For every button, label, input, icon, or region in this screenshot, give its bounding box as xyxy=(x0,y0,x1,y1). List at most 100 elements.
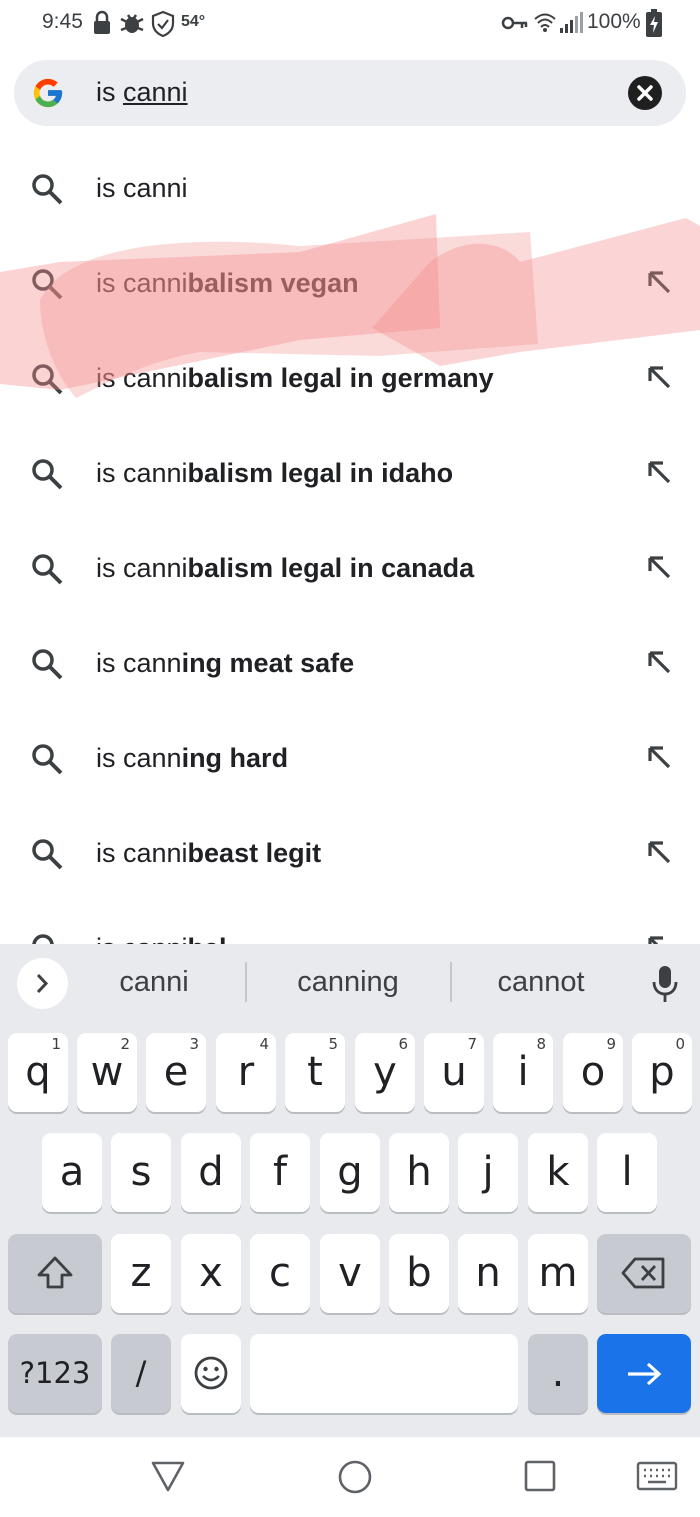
key-o[interactable]: o9 xyxy=(563,1033,623,1112)
key-n[interactable]: n xyxy=(458,1234,518,1313)
key-z[interactable]: z xyxy=(111,1234,171,1313)
fill-query-arrow-icon[interactable] xyxy=(646,744,672,770)
key-d[interactable]: d xyxy=(181,1133,241,1212)
search-input[interactable]: is canni xyxy=(96,77,188,108)
shield-icon xyxy=(151,10,175,38)
chevron-right-icon xyxy=(36,973,49,994)
close-icon xyxy=(637,85,653,101)
suggestion-text: is canni xyxy=(96,173,188,203)
suggestion-item[interactable]: is canning hard xyxy=(0,712,700,807)
fill-query-arrow-icon[interactable] xyxy=(646,364,672,390)
key-r[interactable]: r4 xyxy=(216,1033,276,1112)
signal-icon xyxy=(560,12,583,33)
key-c[interactable]: c xyxy=(250,1234,310,1313)
key-i[interactable]: i8 xyxy=(493,1033,553,1112)
suggestion-text: is cannibalism legal in canada xyxy=(96,553,475,583)
fill-query-arrow-icon[interactable] xyxy=(646,554,672,580)
key-e[interactable]: e3 xyxy=(146,1033,206,1112)
fill-query-arrow-icon[interactable] xyxy=(646,459,672,485)
search-icon xyxy=(32,839,63,870)
word-suggestion[interactable]: canning xyxy=(262,966,434,999)
suggestion-item[interactable]: is cannibalism vegan xyxy=(0,237,700,332)
suggestion-text: is cannibalism legal in idaho xyxy=(96,458,454,488)
search-icon xyxy=(32,649,63,680)
keyboard-icon[interactable] xyxy=(636,1461,678,1491)
status-bar: 9:45 54° 100% xyxy=(0,0,700,48)
search-icon xyxy=(32,459,63,490)
suggestion-text: is canning hard xyxy=(96,743,289,773)
key-v[interactable]: v xyxy=(320,1234,380,1313)
word-suggestion[interactable]: canni xyxy=(84,966,224,999)
clock: 9:45 xyxy=(42,10,83,33)
suggestion-item[interactable]: is cannibeast legit xyxy=(0,807,700,902)
suggestion-item[interactable]: is canni xyxy=(0,142,700,237)
battery-percent: 100% xyxy=(587,10,641,33)
suggestion-item[interactable]: is cannibalism legal in idaho xyxy=(0,427,700,522)
suggestion-text: is cannibeast legit xyxy=(96,838,322,868)
suggestion-list: is canni is cannibalism vegan is canniba… xyxy=(0,142,700,945)
suggestion-text: is cannibalism vegan xyxy=(96,268,359,298)
key-b[interactable]: b xyxy=(389,1234,449,1313)
search-icon xyxy=(32,364,63,395)
keyboard: canni canning cannot q1 w2 e3 r4 t5 y6 u… xyxy=(0,944,700,1437)
key-t[interactable]: t5 xyxy=(285,1033,345,1112)
fill-query-arrow-icon[interactable] xyxy=(646,649,672,675)
search-icon xyxy=(32,744,63,775)
search-icon xyxy=(32,554,63,585)
battery-charging-icon xyxy=(646,9,662,37)
suggestion-item[interactable]: is canning meat safe xyxy=(0,617,700,712)
emoji-icon xyxy=(194,1356,228,1390)
back-icon[interactable] xyxy=(150,1459,186,1493)
enter-key[interactable] xyxy=(597,1334,691,1413)
key-s[interactable]: s xyxy=(111,1133,171,1212)
fill-query-arrow-icon[interactable] xyxy=(646,269,672,295)
keyboard-expand-button[interactable] xyxy=(17,958,68,1009)
search-prefix: is xyxy=(96,77,123,107)
suggestion-item[interactable]: is cannibalism legal in canada xyxy=(0,522,700,617)
shift-key[interactable] xyxy=(8,1234,102,1313)
period-key[interactable]: . xyxy=(528,1334,588,1413)
key-h[interactable]: h xyxy=(389,1133,449,1212)
key-k[interactable]: k xyxy=(528,1133,588,1212)
key-y[interactable]: y6 xyxy=(355,1033,415,1112)
key-w[interactable]: w2 xyxy=(77,1033,137,1112)
emoji-key[interactable] xyxy=(181,1334,241,1413)
search-icon xyxy=(32,269,63,300)
word-suggestion[interactable]: cannot xyxy=(466,966,616,999)
home-icon[interactable] xyxy=(337,1459,373,1495)
lock-icon xyxy=(94,10,110,34)
key-m[interactable]: m xyxy=(528,1234,588,1313)
search-icon xyxy=(32,174,63,205)
key-l[interactable]: l xyxy=(597,1133,657,1212)
key-u[interactable]: u7 xyxy=(424,1033,484,1112)
bug-icon xyxy=(120,14,144,33)
key-j[interactable]: j xyxy=(458,1133,518,1212)
backspace-icon xyxy=(621,1257,665,1289)
fill-query-arrow-icon[interactable] xyxy=(646,839,672,865)
microphone-icon[interactable] xyxy=(652,964,678,1004)
key-g[interactable]: g xyxy=(320,1133,380,1212)
backspace-key[interactable] xyxy=(597,1234,691,1313)
search-composing-text: canni xyxy=(123,77,188,107)
key-a[interactable]: a xyxy=(42,1133,102,1212)
shift-icon xyxy=(37,1256,73,1289)
suggestion-item[interactable]: is cannibal ... xyxy=(0,902,700,945)
suggestion-text: is cannibalism legal in germany xyxy=(96,363,494,393)
suggestion-item[interactable]: is cannibalism legal in germany xyxy=(0,332,700,427)
key-f[interactable]: f xyxy=(250,1133,310,1212)
key-q[interactable]: q1 xyxy=(8,1033,68,1112)
clear-button[interactable] xyxy=(628,76,662,110)
search-box[interactable]: is canni xyxy=(14,60,686,126)
key-p[interactable]: p0 xyxy=(632,1033,692,1112)
arrow-right-icon xyxy=(628,1362,662,1386)
key-x[interactable]: x xyxy=(181,1234,241,1313)
symbols-key[interactable]: ?123 xyxy=(8,1334,102,1413)
recents-icon[interactable] xyxy=(523,1459,557,1493)
keyboard-suggestion-strip: canni canning cannot xyxy=(0,944,700,1024)
temperature: 54° xyxy=(181,13,206,30)
space-bar[interactable] xyxy=(250,1334,518,1413)
navigation-bar xyxy=(0,1437,700,1517)
slash-key[interactable]: / xyxy=(111,1334,171,1413)
divider xyxy=(450,962,452,1002)
divider xyxy=(245,962,247,1002)
